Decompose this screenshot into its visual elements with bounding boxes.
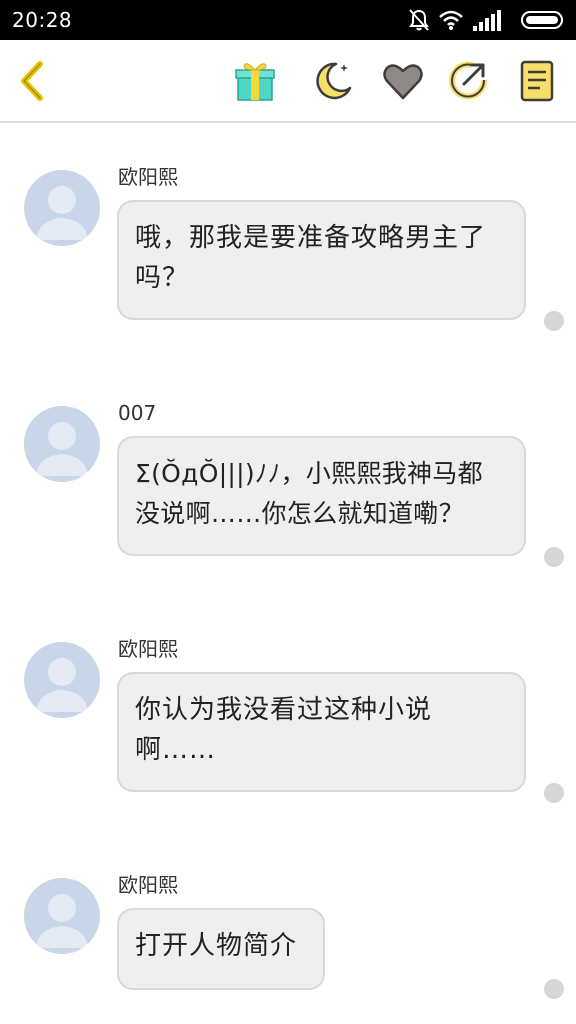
toolbar xyxy=(0,40,576,123)
sender-name: 欧阳熙 xyxy=(118,873,178,897)
user-silhouette-icon xyxy=(36,894,88,948)
heart-icon xyxy=(383,64,423,100)
wifi-icon xyxy=(439,10,463,30)
sender-name: 007 xyxy=(118,401,157,425)
avatar[interactable] xyxy=(24,878,100,954)
back-arrow-icon xyxy=(21,61,43,101)
night-mode-button[interactable] xyxy=(310,58,356,104)
moon-icon xyxy=(316,62,352,100)
message-bubble[interactable]: 打开人物简介 xyxy=(117,908,325,990)
chat-list[interactable]: 欧阳熙 哦，那我是要准备攻略男主了 吗？ 007 Σ(ŎдŎ|||)ﾉﾉ，小熙熙… xyxy=(0,123,576,1024)
avatar[interactable] xyxy=(24,406,100,482)
favorite-button[interactable] xyxy=(380,58,426,104)
message-bubble[interactable]: 你认为我没看过这种小说 啊…… xyxy=(117,672,526,792)
message-status-dot xyxy=(544,979,564,999)
user-silhouette-icon xyxy=(36,186,88,240)
notebook-icon xyxy=(520,60,554,102)
message-bubble[interactable]: Σ(ŎдŎ|||)ﾉﾉ，小熙熙我神马都 没说啊……你怎么就知道嘞？ xyxy=(117,436,526,556)
notebook-button[interactable] xyxy=(514,58,560,104)
signal-icon xyxy=(473,10,501,31)
user-silhouette-icon xyxy=(36,422,88,476)
user-silhouette-icon xyxy=(36,658,88,712)
share-icon xyxy=(449,61,488,100)
avatar[interactable] xyxy=(24,170,100,246)
sender-name: 欧阳熙 xyxy=(118,637,178,661)
avatar[interactable] xyxy=(24,642,100,718)
message-status-dot xyxy=(544,783,564,803)
gift-icon xyxy=(235,63,275,101)
status-time: 20:28 xyxy=(12,8,73,32)
status-bar: 20:28 xyxy=(0,0,576,40)
back-button[interactable] xyxy=(10,58,56,104)
gift-button[interactable] xyxy=(232,58,278,104)
message-bubble[interactable]: 哦，那我是要准备攻略男主了 吗？ xyxy=(117,200,526,320)
battery-icon xyxy=(521,11,563,29)
sender-name: 欧阳熙 xyxy=(118,165,178,189)
message-status-dot xyxy=(544,311,564,331)
status-icons xyxy=(408,8,568,32)
message-status-dot xyxy=(544,547,564,567)
mute-bell-icon xyxy=(409,9,429,31)
share-button[interactable] xyxy=(446,58,492,104)
